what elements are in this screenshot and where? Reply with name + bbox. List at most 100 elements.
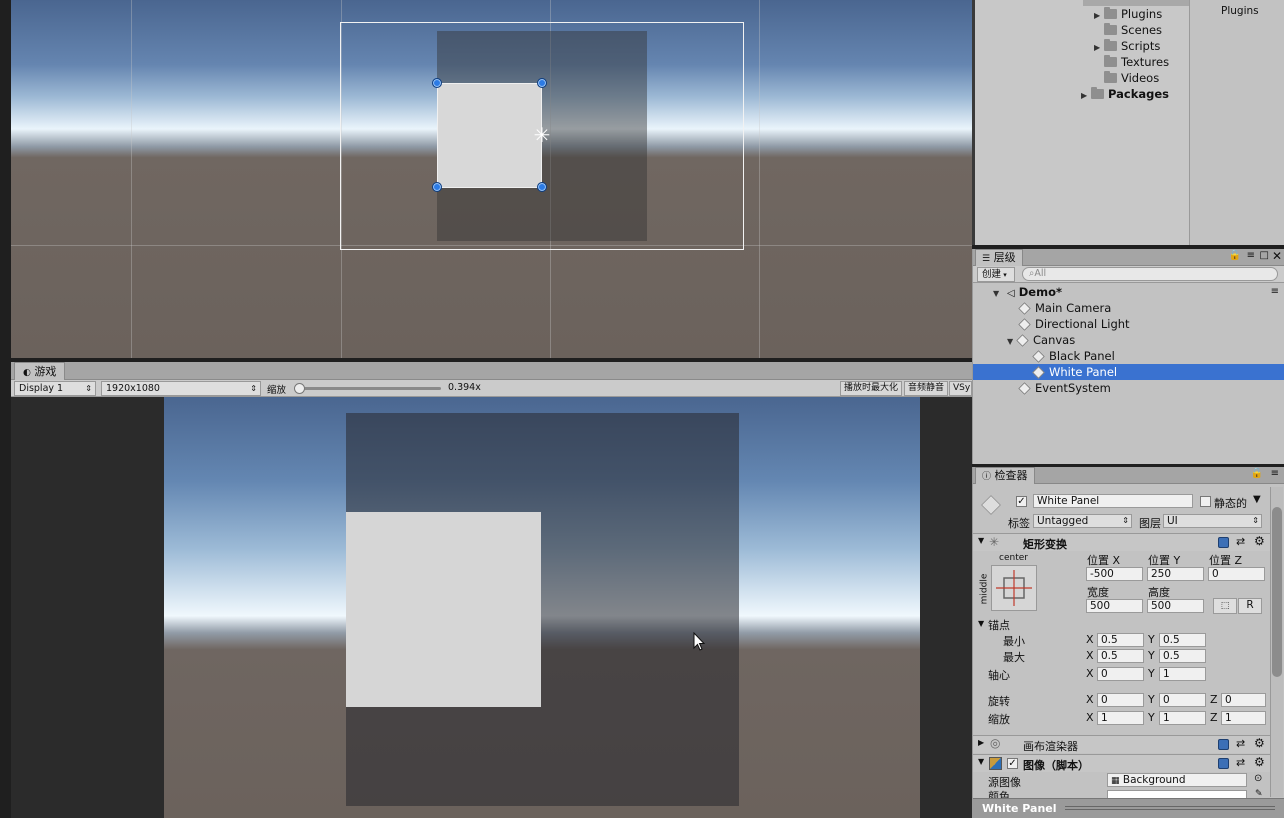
rect-transform-header[interactable]: ▼ ✳ 矩形变换 ⇄ ⚙	[973, 533, 1270, 551]
pivot-y-field[interactable]: 1	[1159, 667, 1206, 681]
pivot-x-field[interactable]: 0	[1097, 667, 1144, 681]
anchor-min-y-field[interactable]: 0.5	[1159, 633, 1206, 647]
inspector-preview-bar[interactable]: White Panel	[973, 798, 1284, 818]
preview-drag-handle[interactable]	[1065, 806, 1275, 810]
display-dropdown[interactable]: Display 1 ⇕	[14, 381, 96, 396]
rect-handle-top-left[interactable]	[432, 78, 442, 88]
expand-arrow-icon[interactable]: ▶	[978, 738, 984, 747]
axis-x-label: X	[1086, 711, 1094, 724]
maximize-icon[interactable]: □	[1260, 250, 1269, 261]
resolution-dropdown[interactable]: 1920x1080 ⇕	[101, 381, 261, 396]
gear-icon[interactable]: ⚙	[1254, 534, 1265, 548]
scale-x-field[interactable]: 1	[1097, 711, 1144, 725]
blueprint-mode-button[interactable]: ⬚	[1213, 598, 1237, 614]
preset-icon[interactable]: ⇄	[1236, 737, 1245, 750]
rect-handle-bottom-left[interactable]	[432, 182, 442, 192]
pivot-icon[interactable]: ✳	[531, 124, 553, 146]
static-dropdown-icon[interactable]: ▼	[1253, 494, 1261, 505]
static-checkbox[interactable]	[1200, 496, 1211, 507]
scene-root-row[interactable]: ▼ ◁ Demo* ≡	[973, 284, 1284, 300]
tag-dropdown[interactable]: Untagged ⇕	[1033, 514, 1132, 528]
anchor-max-x-field[interactable]: 0.5	[1097, 649, 1144, 663]
help-book-icon[interactable]	[1218, 537, 1229, 548]
scene-view[interactable]: ✳	[11, 0, 972, 358]
hierarchy-item-eventsystem[interactable]: EventSystem	[973, 380, 1284, 396]
tab-hierarchy[interactable]: ☰ 层级	[975, 249, 1023, 266]
raw-edit-button[interactable]: R	[1238, 598, 1262, 614]
help-book-icon[interactable]	[1218, 758, 1229, 769]
preset-icon[interactable]: ⇄	[1236, 535, 1245, 548]
rect-handle-bottom-right[interactable]	[537, 182, 547, 192]
hierarchy-item-white-panel[interactable]: White Panel	[973, 364, 1284, 380]
axis-x-label: X	[1086, 633, 1094, 646]
tab-inspector[interactable]: ⓘ 检查器	[975, 467, 1035, 484]
collapse-arrow-icon[interactable]: ▼	[978, 757, 984, 766]
rotation-y-field[interactable]: 0	[1159, 693, 1206, 707]
scale-z-field[interactable]: 1	[1221, 711, 1266, 725]
static-label: 静态的	[1214, 497, 1247, 510]
close-icon[interactable]: ✕	[1272, 249, 1282, 263]
object-picker-icon[interactable]: ⊙	[1254, 773, 1262, 784]
object-name-field[interactable]: White Panel	[1033, 494, 1193, 508]
inspector-scroll-thumb[interactable]	[1272, 507, 1282, 677]
anchor-min-x-field[interactable]: 0.5	[1097, 633, 1144, 647]
preset-icon[interactable]: ⇄	[1236, 756, 1245, 769]
folder-item[interactable]: Videos	[975, 70, 1190, 86]
gear-icon[interactable]: ⚙	[1254, 755, 1265, 769]
image-header[interactable]: ▼ 图像（脚本） ⇄ ⚙	[973, 754, 1270, 772]
collapse-arrow-icon[interactable]: ▼	[978, 619, 984, 628]
hierarchy-search-input[interactable]: ⌕All	[1022, 267, 1278, 281]
gear-icon[interactable]: ⚙	[1254, 736, 1265, 750]
help-book-icon[interactable]	[1218, 739, 1229, 750]
pos-y-field[interactable]: 250	[1147, 567, 1204, 581]
folder-item[interactable]: ▶ Plugins	[975, 6, 1190, 22]
maximize-on-play-toggle[interactable]: 播放时最大化	[840, 381, 903, 396]
panel-menu-icon[interactable]: ≡	[1247, 250, 1255, 261]
mute-audio-toggle[interactable]: 音频静音	[904, 381, 949, 396]
rotation-x-field[interactable]: 0	[1097, 693, 1144, 707]
display-value: Display 1	[19, 383, 64, 394]
tab-game[interactable]: ◐ 游戏	[14, 362, 66, 380]
anchor-preset-button[interactable]	[991, 565, 1037, 611]
layer-dropdown[interactable]: UI ⇕	[1163, 514, 1262, 528]
scene-white-panel[interactable]	[437, 83, 542, 188]
pos-z-field[interactable]: 0	[1208, 567, 1265, 581]
hierarchy-item-canvas[interactable]: ▼ Canvas	[973, 332, 1284, 348]
scale-slider-thumb[interactable]	[294, 383, 306, 394]
folder-item[interactable]: ▶ Scripts	[975, 38, 1190, 54]
panel-menu-icon[interactable]: ≡	[1271, 468, 1279, 479]
eyedropper-icon[interactable]: ✎	[1255, 789, 1263, 798]
dropdown-arrow-icon: ⇕	[250, 384, 257, 393]
folder-item[interactable]: Textures	[975, 54, 1190, 70]
scale-slider-track[interactable]	[295, 387, 441, 390]
rect-handle-top-right[interactable]	[537, 78, 547, 88]
hierarchy-item-main-camera[interactable]: Main Camera	[973, 300, 1284, 316]
source-image-field[interactable]: ▦ Background	[1107, 773, 1247, 787]
folder-item[interactable]: Scenes	[975, 22, 1190, 38]
color-swatch[interactable]	[1107, 790, 1247, 798]
mouse-cursor-icon	[693, 632, 706, 651]
game-render-area[interactable]	[164, 397, 920, 818]
height-field[interactable]: 500	[1147, 599, 1204, 613]
width-field[interactable]: 500	[1086, 599, 1143, 613]
rotation-z-field[interactable]: 0	[1221, 693, 1266, 707]
lock-icon[interactable]: 🔒	[1251, 468, 1263, 479]
hierarchy-item-directional-light[interactable]: Directional Light	[973, 316, 1284, 332]
lock-icon[interactable]: 🔒	[1229, 250, 1241, 261]
create-dropdown[interactable]: 创建 ▾	[977, 267, 1015, 282]
project-folder-tree[interactable]: ▶ Plugins Scenes ▶ Scripts Textures Videos…	[975, 0, 1190, 245]
expand-arrow-icon[interactable]: ▶	[1081, 88, 1091, 104]
canvas-renderer-header[interactable]: ▶ ◎ 画布渲染器 ⇄ ⚙	[973, 735, 1270, 753]
collapse-arrow-icon[interactable]: ▼	[978, 536, 984, 545]
scene-menu-icon[interactable]: ≡	[1271, 284, 1279, 300]
vsync-toggle[interactable]: VSyn	[949, 381, 972, 396]
image-enabled-checkbox[interactable]	[1007, 758, 1018, 769]
pos-x-field[interactable]: -500	[1086, 567, 1143, 581]
packages-item[interactable]: ▶ Packages	[975, 86, 1190, 102]
anchor-max-y-field[interactable]: 0.5	[1159, 649, 1206, 663]
scale-y-field[interactable]: 1	[1159, 711, 1206, 725]
inspector-scrollbar[interactable]	[1270, 487, 1283, 797]
hierarchy-item-black-panel[interactable]: Black Panel	[973, 348, 1284, 364]
game-view[interactable]	[11, 397, 972, 818]
active-checkbox[interactable]	[1016, 496, 1027, 507]
